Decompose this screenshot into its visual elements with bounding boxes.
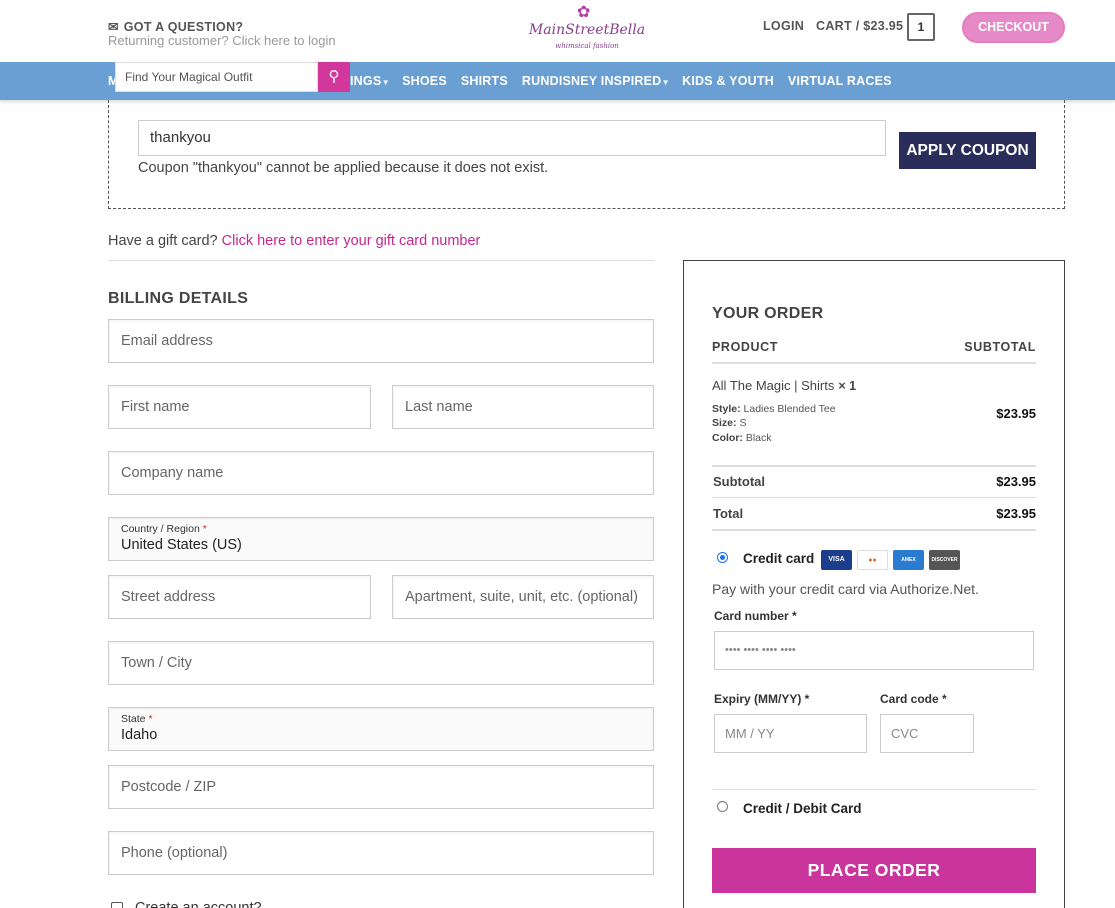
- chevron-down-icon: ▾: [383, 77, 389, 87]
- coupon-error-message: Coupon "thankyou" cannot be applied beca…: [138, 160, 549, 176]
- divider: [712, 497, 1036, 498]
- nav-item-kids-youth[interactable]: KIDS & YOUTH: [682, 74, 774, 88]
- order-title: YOUR ORDER: [712, 305, 824, 322]
- country-label: Country / Region *: [121, 523, 207, 535]
- city-field[interactable]: Town / City: [108, 641, 654, 685]
- apply-coupon-button[interactable]: APPLY COUPON: [899, 132, 1036, 169]
- state-label: State *: [121, 713, 153, 725]
- logo-name: MainStreetBella: [528, 22, 646, 38]
- nav-item-things[interactable]: INGS ▾: [350, 74, 388, 88]
- site-logo[interactable]: ✿ MainStreetBella whimsical fashion: [528, 0, 646, 60]
- phone-field[interactable]: Phone (optional): [108, 831, 654, 875]
- card-logos: VISA ●● AMEX DISCOVER: [821, 550, 960, 570]
- product-size: Size: S: [712, 417, 747, 429]
- chevron-down-icon: ▾: [663, 77, 669, 87]
- product-color: Color: Black: [712, 432, 772, 444]
- billing-title: BILLING DETAILS: [108, 290, 249, 307]
- nav-item-rundisney[interactable]: RUNDISNEY INSPIRED ▾: [522, 74, 668, 88]
- cart-link[interactable]: CART / $23.95: [816, 19, 903, 33]
- total-label: Total: [713, 506, 744, 521]
- company-field[interactable]: Company name: [108, 451, 654, 495]
- postcode-field[interactable]: Postcode / ZIP: [108, 765, 654, 809]
- nav-item-shoes[interactable]: SHOES: [402, 74, 447, 88]
- apartment-field[interactable]: Apartment, suite, unit, etc. (optional): [392, 575, 654, 619]
- debit-card-label[interactable]: Credit / Debit Card: [743, 801, 862, 816]
- returning-customer-ghost: Returning customer? Click here to login: [108, 33, 336, 48]
- divider: [712, 529, 1036, 531]
- street-address-field[interactable]: Street address: [108, 575, 371, 619]
- divider: [712, 465, 1036, 467]
- search-icon: ⚲: [328, 68, 340, 85]
- coupon-code-input[interactable]: thankyou: [138, 120, 886, 156]
- nav-item-virtual-races[interactable]: VIRTUAL RACES: [788, 74, 892, 88]
- card-number-label: Card number *: [714, 609, 797, 623]
- subtotal-value: $23.95: [996, 474, 1036, 489]
- gift-card-link[interactable]: Click here to enter your gift card numbe…: [222, 233, 481, 249]
- create-account-option[interactable]: Create an account?: [111, 900, 262, 908]
- nav-item-shirts[interactable]: SHIRTS: [461, 74, 508, 88]
- divider: [108, 260, 654, 261]
- product-qty: × 1: [838, 379, 857, 393]
- coupon-panel: thankyou Coupon "thankyou" cannot be app…: [108, 100, 1065, 209]
- product-name: All The Magic | Shirts × 1: [712, 378, 857, 393]
- got-question-label: GOT A QUESTION?: [123, 19, 244, 34]
- last-name-field[interactable]: Last name: [392, 385, 654, 429]
- expiry-field[interactable]: MM / YY: [714, 714, 867, 753]
- email-field[interactable]: Email address: [108, 319, 654, 363]
- gift-card-notice: Have a gift card? Click here to enter yo…: [108, 233, 480, 249]
- place-order-button[interactable]: PLACE ORDER: [712, 848, 1036, 893]
- search-button[interactable]: ⚲: [318, 62, 350, 92]
- product-price: $23.95: [996, 406, 1036, 421]
- main-nav: M INGS ▾ SHOES SHIRTS RUNDISNEY INSPIRED ▾…: [0, 62, 1115, 100]
- state-select[interactable]: State * Idaho: [108, 707, 654, 751]
- divider: [712, 362, 1036, 364]
- discover-icon: DISCOVER: [929, 550, 960, 570]
- debit-card-radio[interactable]: [717, 801, 728, 812]
- header-checkout-button[interactable]: CHECKOUT: [962, 12, 1065, 43]
- amex-icon: AMEX: [893, 550, 924, 570]
- cart-count-badge[interactable]: 1: [907, 13, 935, 41]
- flower-icon: ✿: [577, 4, 591, 21]
- mail-icon: ✉: [108, 20, 119, 34]
- order-review-panel: YOUR ORDER PRODUCT SUBTOTAL All The Magi…: [683, 260, 1065, 908]
- payment-description: Pay with your credit card via Authorize.…: [712, 581, 979, 597]
- logo-tagline: whimsical fashion: [555, 42, 619, 50]
- subtotal-label: Subtotal: [713, 474, 765, 489]
- state-value: Idaho: [121, 727, 158, 743]
- product-style: Style: Ladies Blended Tee: [712, 403, 836, 415]
- card-code-label: Card code *: [880, 692, 947, 706]
- card-number-field[interactable]: •••• •••• •••• ••••: [714, 631, 1034, 670]
- got-question-link[interactable]: ✉ GOT A QUESTION?: [108, 19, 244, 35]
- top-header: Returning customer? Click here to login …: [0, 0, 1115, 62]
- login-link[interactable]: LOGIN: [763, 19, 804, 33]
- first-name-field[interactable]: First name: [108, 385, 371, 429]
- column-subtotal: SUBTOTAL: [964, 340, 1036, 354]
- credit-card-radio[interactable]: [717, 552, 728, 563]
- country-select[interactable]: Country / Region * United States (US): [108, 517, 654, 561]
- create-account-label: Create an account?: [135, 900, 262, 908]
- cvc-field[interactable]: CVC: [880, 714, 974, 753]
- expiry-label: Expiry (MM/YY) *: [714, 692, 810, 706]
- country-value: United States (US): [121, 537, 242, 553]
- divider: [712, 789, 1036, 790]
- column-product: PRODUCT: [712, 340, 779, 354]
- search-input[interactable]: Find Your Magical Outfit: [115, 62, 318, 92]
- nav-items: INGS ▾ SHOES SHIRTS RUNDISNEY INSPIRED ▾ K…: [350, 62, 892, 100]
- visa-icon: VISA: [821, 550, 852, 570]
- create-account-checkbox[interactable]: [111, 902, 123, 908]
- gift-card-prefix: Have a gift card?: [108, 233, 218, 249]
- mastercard-icon: ●●: [857, 550, 888, 570]
- credit-card-label[interactable]: Credit card: [743, 551, 814, 566]
- total-value: $23.95: [996, 506, 1036, 521]
